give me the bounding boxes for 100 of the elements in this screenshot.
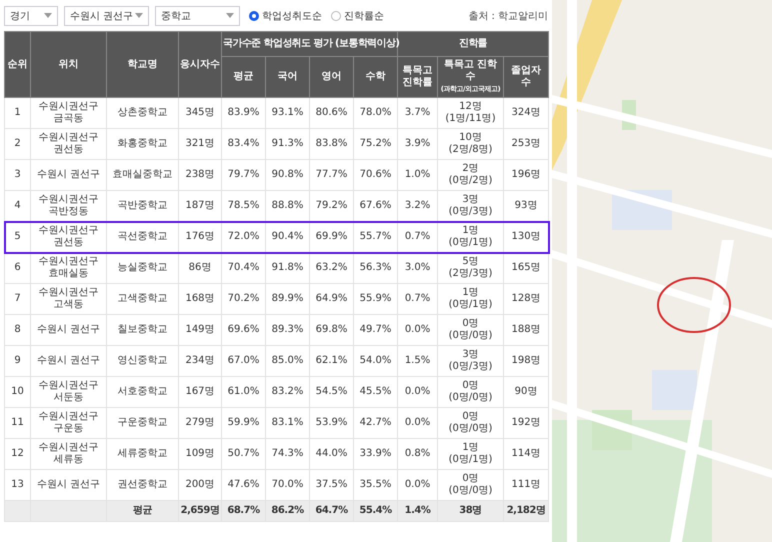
table-cell: 55.7% — [360, 231, 392, 242]
table-cell: 상촌중학교 — [118, 107, 168, 118]
table-cell: 칠보중학교 — [118, 324, 168, 335]
table-cell: 91.8% — [272, 262, 304, 273]
table-cell: 196명 — [511, 169, 541, 180]
table-cell-text: 0명 — [461, 380, 480, 392]
table-cell: 4 — [14, 200, 21, 211]
table-cell: 12 — [11, 448, 24, 459]
source-text: 출처 : 학교알리미 — [468, 10, 548, 22]
table-cell: 176명 — [185, 231, 215, 242]
table-cell: 324명 — [511, 107, 541, 118]
table-cell: 83.4% — [228, 138, 260, 149]
table-cell: 68.7% — [227, 505, 260, 516]
table-cell: 45.5% — [360, 386, 392, 397]
table-cell: 78.5% — [228, 200, 260, 211]
table-cell: 61.0% — [228, 386, 260, 397]
column-header: 평균 — [222, 56, 266, 98]
table-cell-text: 0명 — [461, 318, 480, 330]
table-cell: 화홍중학교 — [118, 138, 168, 149]
column-header: 응시자수 — [178, 32, 222, 98]
table-cell: 88.8% — [272, 200, 304, 211]
table-cell: 50.7% — [228, 448, 260, 459]
selected-row[interactable]: 5 수원시권선구 권선동 곡선중학교 176명 72.0% 90.4% 69.9% 55.7% 0.7% 1명 (0명/1명) 130명 — [4, 222, 549, 252]
table-cell: 188명 — [511, 324, 541, 335]
table-cell: 64.7% — [315, 505, 348, 516]
table-cell: 79.7% — [228, 169, 260, 180]
table-cell: 0.7% — [404, 293, 430, 304]
table-cell: 수원시 권선구 — [36, 479, 100, 490]
table-cell: 55.4% — [359, 505, 392, 516]
radio-option[interactable]: 진학률순 — [331, 8, 384, 22]
table-cell: 54.5% — [316, 386, 348, 397]
table-cell: 49.7% — [360, 324, 392, 335]
column-header: 위치 — [30, 32, 106, 98]
caret-icon — [226, 13, 234, 18]
table-cell-text: (0명/1명) — [448, 299, 494, 311]
column-header: 영어 — [310, 56, 354, 98]
table-cell: 수원시권선구 고색동 — [38, 287, 98, 310]
table-cell-text: (0명/2명) — [448, 175, 494, 187]
table-cell: 13 — [11, 479, 24, 490]
column-header: 졸업자 수 — [504, 56, 549, 98]
radio-option[interactable]: 학업성취도순 — [249, 8, 322, 22]
table-cell: 192명 — [511, 417, 541, 428]
table-cell: 37.5% — [316, 479, 348, 490]
table-cell: 세류중학교 — [118, 448, 168, 459]
table-cell: 1.0% — [404, 169, 430, 180]
table-cell: 54.0% — [360, 355, 392, 366]
column-header: 특목고 진학률 — [398, 56, 438, 98]
table-cell: 90명 — [514, 386, 538, 397]
table-cell: 70.2% — [228, 293, 260, 304]
table-cell: 1.5% — [404, 355, 430, 366]
dropdown[interactable]: 중학교 — [155, 6, 240, 26]
table-cell: 253명 — [511, 138, 541, 149]
table-cell: 영신중학교 — [118, 355, 168, 366]
column-header: 수학 — [354, 56, 398, 98]
table-cell-text: 3명 — [461, 349, 480, 361]
table-cell: 곡반중학교 — [118, 200, 168, 211]
dropdown[interactable]: 수원시 권선구 — [64, 6, 149, 26]
table-cell-text: (0명/0명) — [448, 330, 494, 342]
table-cell: 111명 — [511, 479, 541, 490]
table-cell: 0.0% — [404, 417, 430, 428]
dropdown[interactable]: 경기 — [4, 6, 58, 26]
table-cell-text: (1명/11명) — [444, 113, 497, 125]
table-cell: 234명 — [185, 355, 215, 366]
table-cell: 서호중학교 — [118, 386, 168, 397]
column-header: 순위 — [4, 32, 30, 98]
table-cell: 곡선중학교 — [118, 231, 168, 242]
table-cell: 238명 — [185, 169, 215, 180]
table-cell: 89.3% — [272, 324, 304, 335]
table-cell: 0.8% — [404, 448, 430, 459]
table-cell: 89.9% — [272, 293, 304, 304]
table-cell: 0.0% — [404, 324, 430, 335]
table-cell: 수원시권선구 금곡동 — [38, 101, 98, 124]
table-cell: 수원시권선구 권선동 — [38, 225, 98, 248]
table-cell: 74.3% — [272, 448, 304, 459]
table-cell: 0.0% — [404, 479, 430, 490]
table-cell: 83.9% — [228, 107, 260, 118]
table-cell: 83.8% — [316, 138, 348, 149]
table-cell-text: (0명/0명) — [448, 392, 494, 404]
table-cell: 200명 — [185, 479, 215, 490]
table-cell: 0.0% — [404, 386, 430, 397]
table-cell: 165명 — [511, 262, 541, 273]
table-cell: 3.0% — [404, 262, 430, 273]
table-cell: 11 — [11, 417, 24, 428]
table-cell: 44.0% — [316, 448, 348, 459]
table-cell-text: 1명 — [461, 287, 480, 299]
table-cell-text: (2명/3명) — [448, 268, 494, 280]
table-cell: 7 — [14, 293, 21, 304]
table-cell: 9 — [14, 355, 21, 366]
table-cell: 93명 — [514, 200, 538, 211]
table-cell: 42.7% — [360, 417, 392, 428]
table-cell-text: (0명/0명) — [448, 485, 494, 497]
table-cell-text: (0명/3명) — [448, 361, 494, 373]
table-cell: 33.9% — [360, 448, 392, 459]
table-cell: 62.1% — [316, 355, 348, 366]
table-cell: 69.8% — [316, 324, 348, 335]
table-cell: 38명 — [459, 505, 482, 516]
table-cell: 6 — [14, 262, 21, 273]
table-cell: 83.1% — [272, 417, 304, 428]
table-cell: 35.5% — [360, 479, 392, 490]
table-cell: 321명 — [185, 138, 215, 149]
